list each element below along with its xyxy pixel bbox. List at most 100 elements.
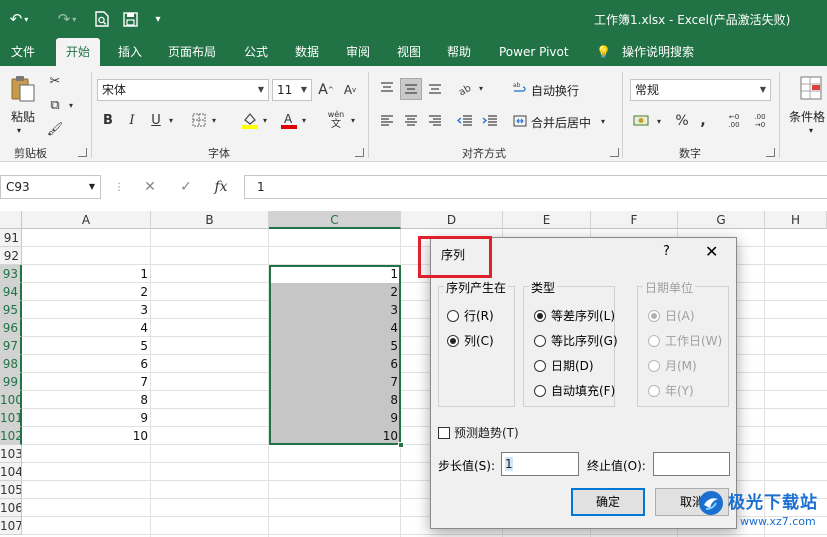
merge-dropdown-icon[interactable]: ▾ (598, 112, 608, 130)
tab-review[interactable]: 审阅 (346, 38, 370, 66)
increase-decimal-icon[interactable]: ←0.00 (724, 110, 744, 132)
cell-c102[interactable]: 10 (269, 427, 401, 445)
fill-handle[interactable] (398, 442, 404, 448)
number-launcher-icon[interactable] (766, 148, 775, 157)
tab-power-pivot[interactable]: Power Pivot (499, 38, 569, 66)
radio-row[interactable]: 行(R) (447, 307, 494, 324)
conditional-format-label[interactable]: 条件格 (789, 108, 825, 125)
align-top-icon[interactable] (377, 78, 397, 98)
row-header[interactable]: 99 (0, 373, 22, 391)
radio-linear[interactable]: 等差序列(L) (534, 307, 615, 324)
paste-dropdown-icon[interactable]: ▾ (17, 126, 21, 135)
wrap-text-icon[interactable]: ab (512, 79, 528, 97)
bold-button[interactable]: B (100, 111, 116, 129)
cell-a97[interactable]: 5 (22, 337, 151, 355)
decrease-indent-icon[interactable] (455, 111, 475, 131)
print-preview-icon[interactable] (92, 9, 112, 29)
cell-a100[interactable]: 8 (22, 391, 151, 409)
column-header-f[interactable]: F (591, 211, 678, 229)
cell-c96[interactable]: 4 (269, 319, 401, 337)
column-header-e[interactable]: E (503, 211, 591, 229)
row-header[interactable]: 103 (0, 445, 22, 463)
column-header-g[interactable]: G (678, 211, 765, 229)
tab-home[interactable]: 开始 (56, 38, 101, 66)
grow-font-icon[interactable]: A ^ (318, 80, 334, 100)
cell-c98[interactable]: 6 (269, 355, 401, 373)
tab-page-layout[interactable]: 页面布局 (168, 38, 216, 66)
step-input[interactable]: 1 (501, 452, 579, 476)
cell-c95[interactable]: 3 (269, 301, 401, 319)
row-header[interactable]: 94 (0, 283, 22, 301)
decrease-decimal-icon[interactable]: .00 →0 (750, 110, 770, 132)
redo-icon[interactable]: ↷ ▾ (52, 9, 82, 29)
cell-c101[interactable]: 9 (269, 409, 401, 427)
font-launcher-icon[interactable] (355, 148, 364, 157)
tell-me-search[interactable]: 操作说明搜索 (622, 38, 694, 66)
close-button[interactable]: ✕ (705, 242, 718, 261)
wrap-text-label[interactable]: 自动换行 (531, 82, 579, 99)
cell-c100[interactable]: 8 (269, 391, 401, 409)
clipboard-launcher-icon[interactable] (78, 148, 87, 157)
cell-c99[interactable]: 7 (269, 373, 401, 391)
ok-button[interactable]: 确定 (571, 488, 645, 516)
font-size-combo[interactable]: 11 ▼ (272, 79, 312, 101)
column-header-d[interactable]: D (401, 211, 503, 229)
alignment-launcher-icon[interactable] (610, 148, 619, 157)
align-center-icon[interactable] (401, 111, 421, 131)
align-right-icon[interactable] (425, 111, 445, 131)
radio-date[interactable]: 日期(D) (534, 357, 594, 374)
tab-formulas[interactable]: 公式 (244, 38, 268, 66)
accounting-format-icon[interactable] (632, 111, 652, 131)
row-header[interactable]: 91 (0, 229, 22, 247)
row-header[interactable]: 102 (0, 427, 22, 445)
undo-icon[interactable]: ↶ ▾ (4, 9, 34, 29)
name-box[interactable]: C93 ▼ (0, 175, 101, 199)
orientation-icon[interactable]: ab (455, 78, 475, 98)
cell-c97[interactable]: 5 (269, 337, 401, 355)
enter-icon[interactable]: ✓ (175, 177, 197, 197)
tab-data[interactable]: 数据 (295, 38, 319, 66)
border-dropdown-icon[interactable]: ▾ (209, 111, 219, 129)
merge-center-label[interactable]: 合并后居中 (531, 114, 591, 131)
column-header-h[interactable]: H (765, 211, 827, 229)
radio-growth[interactable]: 等比序列(G) (534, 332, 618, 349)
orientation-dropdown-icon[interactable]: ▾ (476, 78, 486, 98)
formula-input[interactable]: 1 (244, 175, 827, 199)
copy-dropdown-icon[interactable]: ▾ (66, 96, 76, 114)
phonetic-icon[interactable]: wén 文 (325, 108, 347, 132)
font-color-icon[interactable]: A (279, 109, 299, 131)
comma-button[interactable]: , (696, 111, 710, 131)
row-header[interactable]: 100 (0, 391, 22, 409)
help-button[interactable]: ? (663, 244, 670, 259)
cell-c93[interactable]: 1 (269, 265, 401, 283)
row-header[interactable]: 93 (0, 265, 22, 283)
accounting-dropdown-icon[interactable]: ▾ (654, 111, 664, 131)
font-name-combo[interactable]: 宋体 ▼ (97, 79, 269, 101)
fill-color-icon[interactable] (240, 109, 260, 131)
copy-icon[interactable]: ⧉ (46, 96, 64, 114)
tab-insert[interactable]: 插入 (118, 38, 142, 66)
format-painter-icon[interactable]: 🖌 (46, 120, 64, 138)
trend-checkbox[interactable]: 预测趋势(T) (438, 424, 519, 441)
conditional-format-icon[interactable] (798, 74, 824, 102)
cell-a95[interactable]: 3 (22, 301, 151, 319)
cut-icon[interactable]: ✂ (46, 72, 64, 90)
row-header[interactable]: 101 (0, 409, 22, 427)
border-icon[interactable] (190, 111, 208, 129)
save-icon[interactable] (120, 9, 140, 29)
tab-view[interactable]: 视图 (397, 38, 421, 66)
cell-a96[interactable]: 4 (22, 319, 151, 337)
row-header[interactable]: 98 (0, 355, 22, 373)
customize-icon[interactable]: ▾ (150, 9, 166, 29)
cell-a93[interactable]: 1 (22, 265, 151, 283)
row-header[interactable]: 95 (0, 301, 22, 319)
cell-c94[interactable]: 2 (269, 283, 401, 301)
underline-button[interactable]: U (148, 111, 164, 129)
italic-button[interactable]: I (124, 111, 140, 129)
cell-a99[interactable]: 7 (22, 373, 151, 391)
cell-a98[interactable]: 6 (22, 355, 151, 373)
row-header[interactable]: 104 (0, 463, 22, 481)
row-header[interactable]: 106 (0, 499, 22, 517)
number-format-combo[interactable]: 常规 ▼ (630, 79, 771, 101)
align-bottom-icon[interactable] (425, 78, 445, 98)
